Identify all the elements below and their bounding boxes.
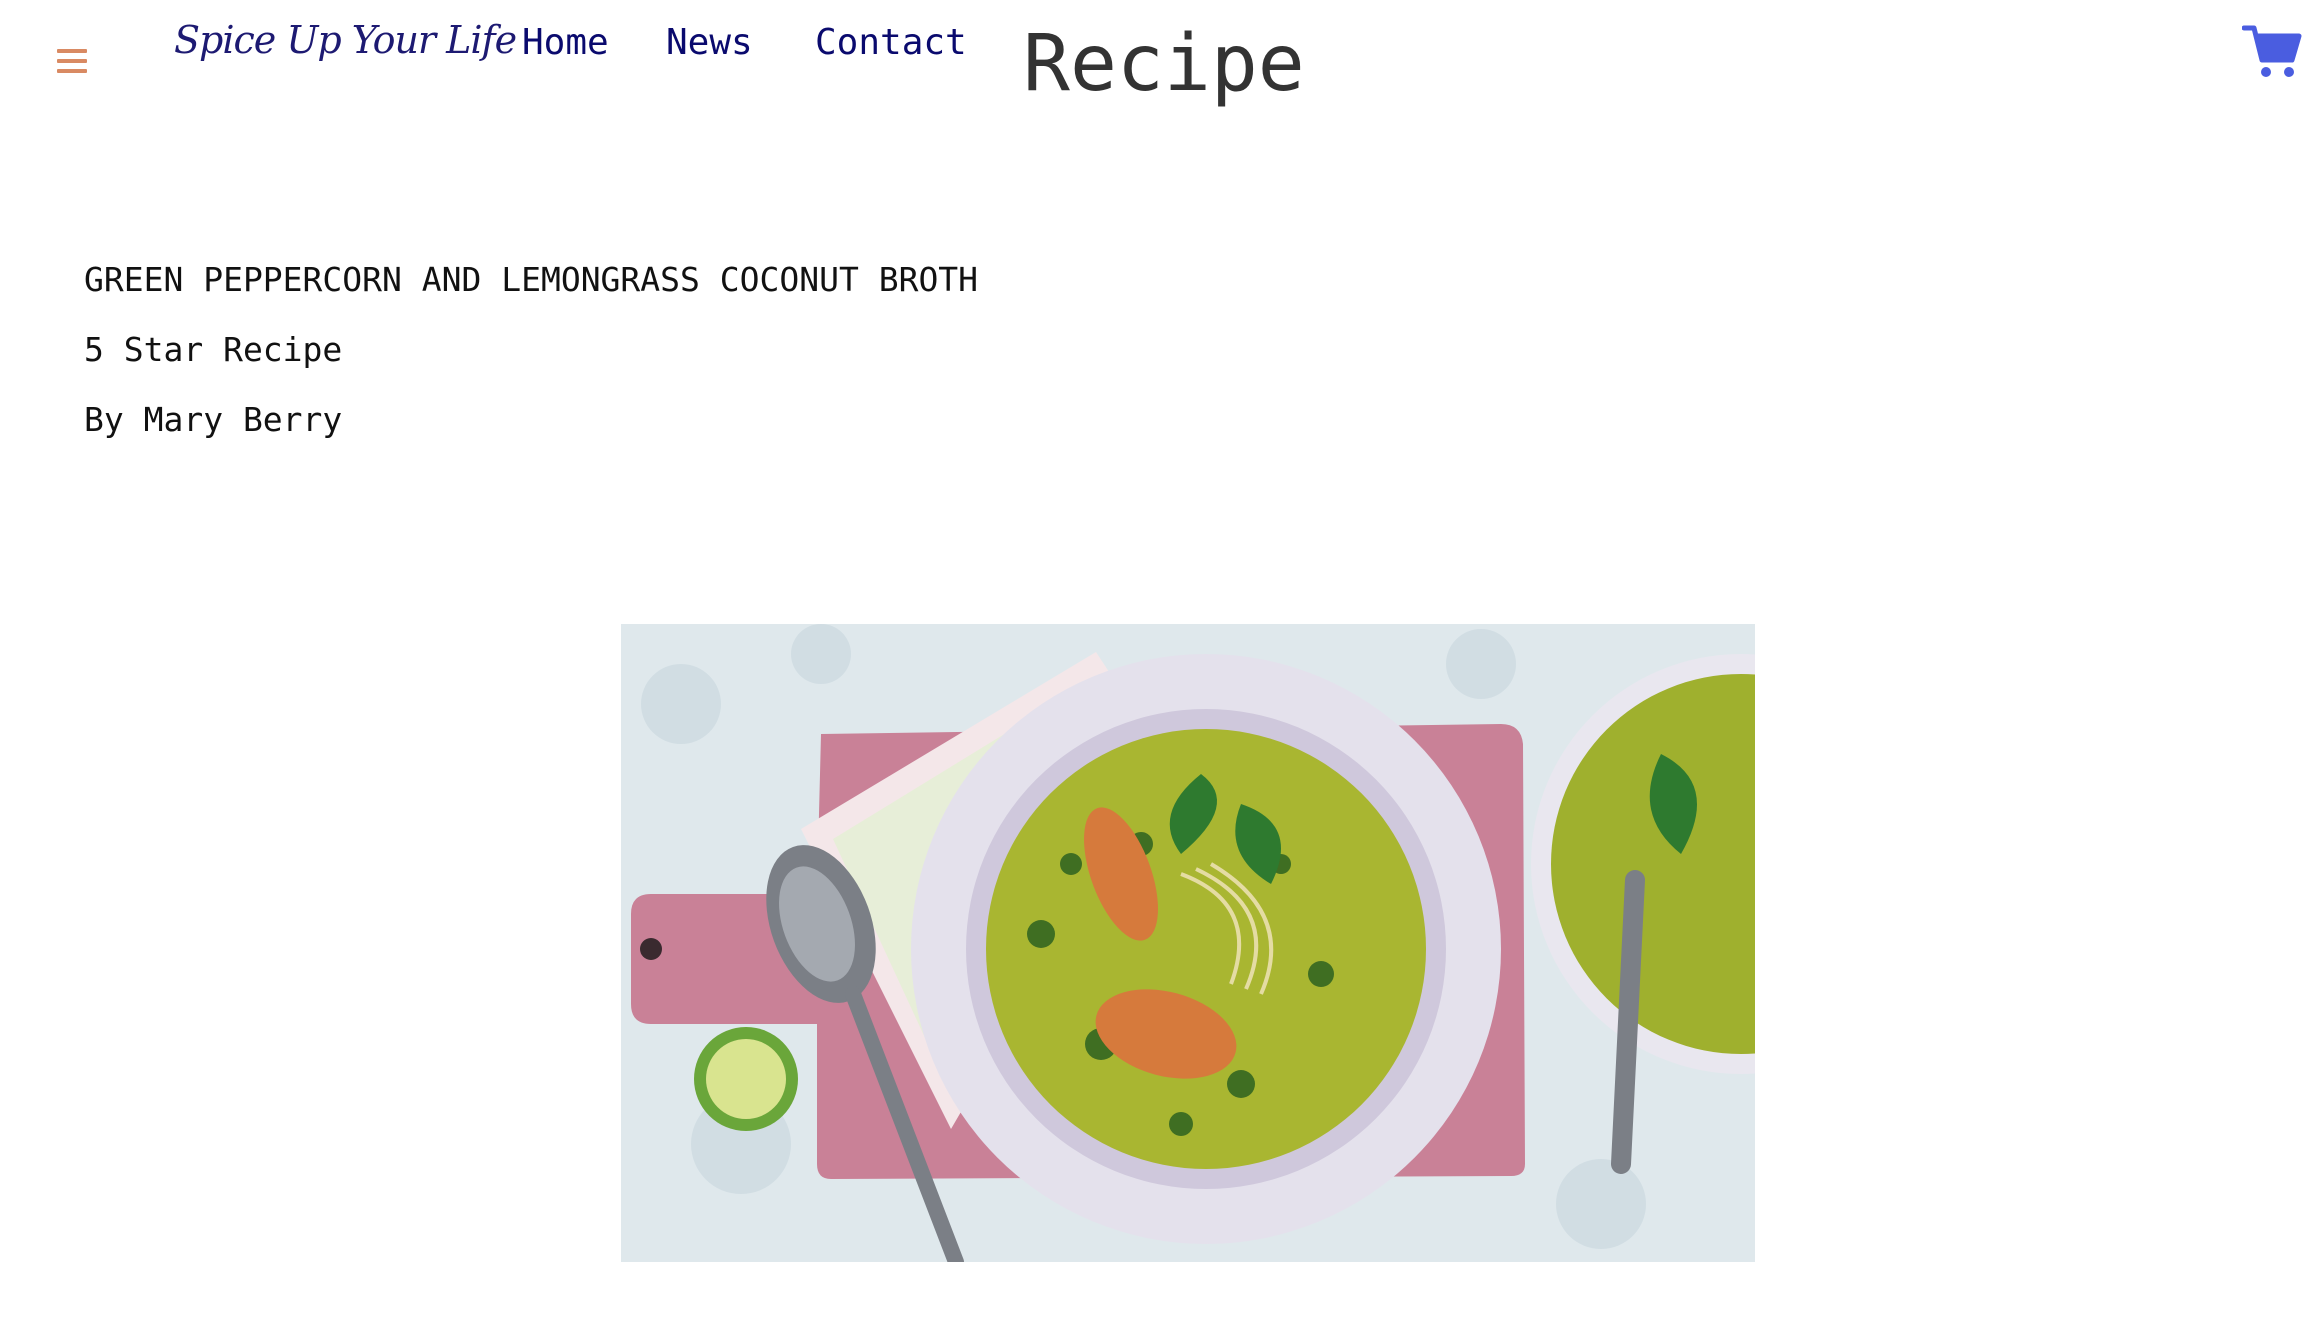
nav-link-contact[interactable]: Contact — [815, 22, 967, 63]
page-title: Recipe — [1023, 19, 1305, 109]
recipe-author: By Mary Berry — [84, 400, 343, 439]
nav-link-news[interactable]: News — [666, 22, 753, 63]
nav-link-home[interactable]: Home — [522, 22, 609, 63]
recipe-rating: 5 Star Recipe — [84, 330, 343, 369]
brand-logo-link[interactable]: Spice Up Your Life — [174, 18, 517, 62]
recipe-title: GREEN PEPPERCORN AND LEMONGRASS COCONUT … — [84, 260, 979, 299]
recipe-info: GREEN PEPPERCORN AND LEMONGRASS COCONUT … — [84, 260, 978, 470]
recipe-hero-image — [621, 624, 1755, 1262]
hamburger-menu-icon[interactable] — [57, 49, 87, 73]
shopping-cart-icon[interactable] — [2241, 22, 2302, 80]
